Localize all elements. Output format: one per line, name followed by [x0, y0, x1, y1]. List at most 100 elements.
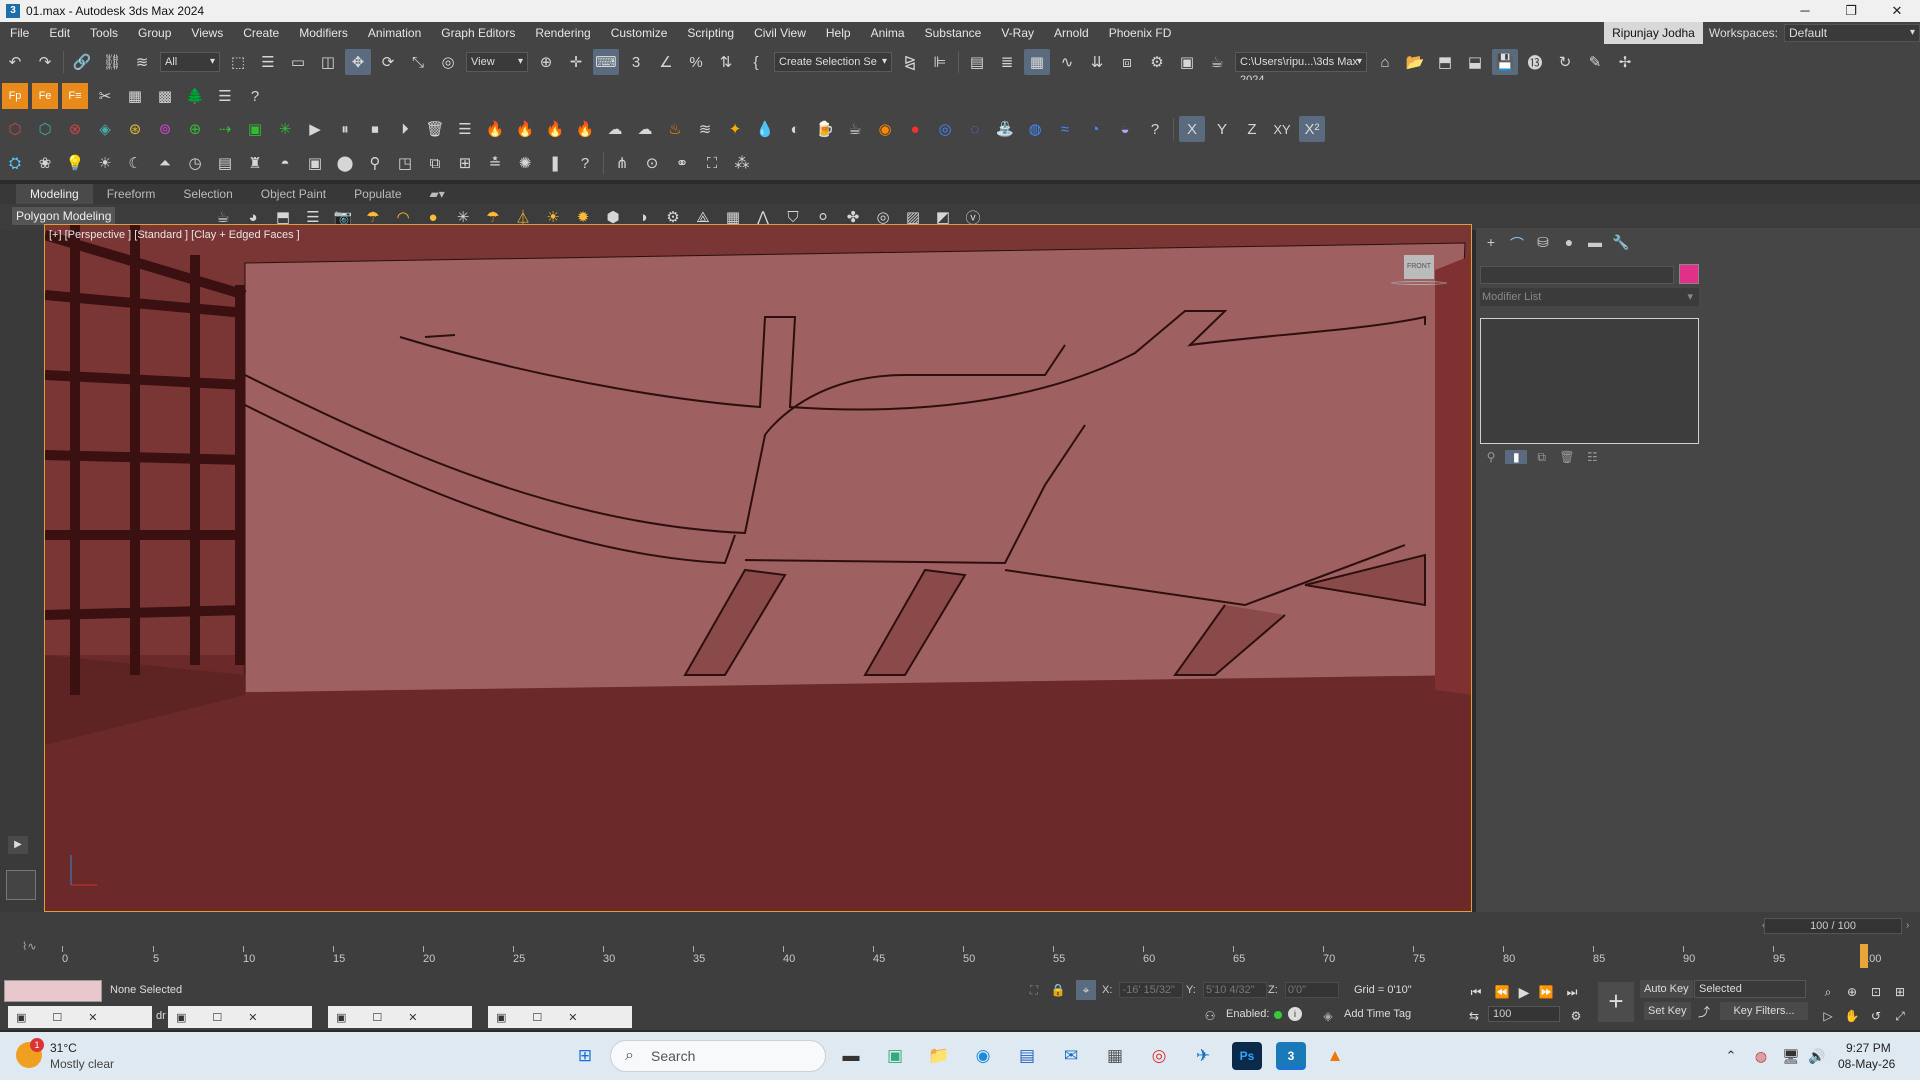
tools-icon[interactable]: ✂ [92, 83, 118, 109]
phoenix-source-icon[interactable]: ⊛ [122, 116, 148, 142]
time-cursor[interactable] [1860, 944, 1868, 968]
edit-named-selection-icon[interactable]: { [743, 49, 769, 75]
volume-icon[interactable]: 🔊 [1802, 1042, 1832, 1070]
create-tab-icon[interactable]: + [1480, 234, 1502, 254]
chrome-icon[interactable]: ◎ [1144, 1042, 1174, 1070]
menu-rendering[interactable]: Rendering [525, 22, 600, 44]
schematic-view-icon[interactable]: ⇊ [1084, 49, 1110, 75]
file-explorer-icon[interactable]: 📁 [924, 1042, 954, 1070]
paint-icon[interactable]: ● [902, 116, 928, 142]
absolute-mode-icon[interactable]: ⌖ [1076, 980, 1096, 1000]
vray-plane-icon[interactable]: ◳ [392, 150, 418, 176]
lock-selection-icon[interactable]: 🔒 [1048, 980, 1068, 1000]
tab-restore-icon[interactable]: ☐ [532, 1011, 542, 1024]
sea-icon[interactable]: ≈ [1052, 116, 1078, 142]
vray-displace-icon[interactable]: ≛ [482, 150, 508, 176]
pan-icon[interactable]: ✋ [1842, 1006, 1862, 1026]
timeslider-next-icon[interactable]: › [1906, 920, 1909, 931]
angle-snap-icon[interactable]: ∠ [653, 49, 679, 75]
modifier-stack[interactable] [1480, 318, 1699, 444]
key-filters-button[interactable]: Key Filters... [1720, 1002, 1808, 1020]
curve-editor-mini-icon[interactable]: ⌇∿ [22, 940, 37, 953]
perspective-viewport[interactable]: [+] [Perspective ] [Standard ] [Clay + E… [44, 224, 1472, 912]
vray-light-icon[interactable]: 💡 [62, 150, 88, 176]
bind-spacewarp-icon[interactable]: ≋ [129, 49, 155, 75]
viewport-tab-3[interactable]: ▣ ☐ ✕ [328, 1006, 472, 1028]
percent-snap-icon[interactable]: % [683, 49, 709, 75]
tab-selection[interactable]: Selection [169, 184, 246, 204]
scene-explorer-icon[interactable]: ▦ [1024, 49, 1050, 75]
isolate-icon[interactable]: ⛶ [1024, 980, 1044, 1000]
phoenix-burst-icon[interactable]: ✳ [272, 116, 298, 142]
vray-sun-icon[interactable]: ☀ [92, 150, 118, 176]
tab-close-icon[interactable]: ✕ [568, 1011, 577, 1024]
tab-object-paint[interactable]: Object Paint [247, 184, 340, 204]
viewport-tab-4[interactable]: ▣ ☐ ✕ [488, 1006, 632, 1028]
viewcube-ring[interactable] [1391, 281, 1447, 285]
make-unique-icon[interactable]: ⧉ [1531, 450, 1553, 465]
menu-views[interactable]: Views [181, 22, 233, 44]
vray-fur-icon[interactable]: ♜ [242, 150, 268, 176]
wind-icon[interactable]: ≋ [692, 116, 718, 142]
maximize-button[interactable]: ❐ [1828, 0, 1874, 22]
menu-arnold[interactable]: Arnold [1044, 22, 1099, 44]
modifier-list-dropdown[interactable]: Modifier List [1480, 288, 1699, 306]
align-icon[interactable]: ⊫ [927, 49, 953, 75]
redo-icon[interactable]: ↷ [32, 49, 58, 75]
rect-selection-icon[interactable]: ▭ [285, 49, 311, 75]
phoenix-water-icon[interactable]: ◈ [92, 116, 118, 142]
time-tag-icon[interactable]: ◈ [1318, 1006, 1338, 1026]
sync-icon[interactable]: ↻ [1552, 49, 1578, 75]
tab-modeling[interactable]: Modeling [16, 184, 93, 204]
phoenix-liquid-icon[interactable]: ⬡ [32, 116, 58, 142]
configure-sets-icon[interactable]: ☷ [1581, 450, 1603, 464]
menu-file[interactable]: File [0, 22, 39, 44]
go-to-end-icon[interactable]: ⏭ [1562, 982, 1582, 1002]
scale-icon[interactable]: ⤡ [405, 49, 431, 75]
lava-icon[interactable]: ◉ [872, 116, 898, 142]
menu-substance[interactable]: Substance [915, 22, 992, 44]
zoom-extents-icon[interactable]: ⊡ [1866, 982, 1886, 1002]
tab-restore-icon[interactable]: ☐ [212, 1011, 222, 1024]
sparks-icon[interactable]: ✦ [722, 116, 748, 142]
remove-modifier-icon[interactable]: 🗑 [1556, 450, 1578, 464]
ocean-icon[interactable]: ◎ [932, 116, 958, 142]
rendered-frame-icon[interactable]: ▣ [1174, 49, 1200, 75]
orbit-icon[interactable]: ↺ [1866, 1006, 1886, 1026]
photoshop-icon[interactable]: Ps [1232, 1042, 1262, 1070]
keyboard-shortcut-override-icon[interactable]: ⌨ [593, 49, 619, 75]
phoenix-globe-icon[interactable]: ⊕ [182, 116, 208, 142]
show-hidden-icons-icon[interactable]: ⌃ [1716, 1042, 1746, 1070]
autosave-icon[interactable]: 💾 [1492, 49, 1518, 75]
tab-restore-icon[interactable]: ☐ [52, 1011, 62, 1024]
snaps-toggle-icon[interactable]: 3 [623, 49, 649, 75]
menu-phoenix-fd[interactable]: Phoenix FD [1099, 22, 1182, 44]
add-time-tag-label[interactable]: Add Time Tag [1344, 1008, 1411, 1020]
stop-icon[interactable]: ⏹ [362, 116, 388, 142]
weather-desc[interactable]: Mostly clear [50, 1057, 114, 1071]
key-mode-dropdown[interactable]: Selected [1694, 980, 1806, 998]
pool-icon[interactable]: ◍ [1022, 116, 1048, 142]
menu-animation[interactable]: Animation [358, 22, 431, 44]
nodes-icon[interactable]: ⁂ [729, 150, 755, 176]
phoenix-help-icon[interactable]: ? [1142, 116, 1168, 142]
default-tangents-icon[interactable]: ⤴ [1694, 1002, 1714, 1022]
preview-icon[interactable]: ☰ [452, 116, 478, 142]
window-crossing-icon[interactable]: ◫ [315, 49, 341, 75]
taskbar-search[interactable]: ⌕ Search [610, 1040, 826, 1072]
menu-civil-view[interactable]: Civil View [744, 22, 816, 44]
tab-close-icon[interactable]: ✕ [88, 1011, 97, 1024]
selection-filter-dropdown[interactable]: All [160, 52, 220, 72]
forest-pack-icon[interactable]: Fp [2, 83, 28, 109]
constraint-z-button[interactable]: Z [1239, 116, 1265, 142]
brush-icon[interactable]: ✎ [1582, 49, 1608, 75]
menu-modifiers[interactable]: Modifiers [289, 22, 358, 44]
save-as-icon[interactable]: ⬓ [1462, 49, 1488, 75]
vray-bulb-icon[interactable]: ⚲ [362, 150, 388, 176]
pivot-center-icon[interactable]: ⊕ [533, 49, 559, 75]
save-icon[interactable]: ⬒ [1432, 49, 1458, 75]
vray-dome-icon[interactable]: ☾ [122, 150, 148, 176]
reference-coord-dropdown[interactable]: View [466, 52, 528, 72]
list-icon[interactable]: ☰ [212, 83, 238, 109]
play-animation-icon[interactable]: ▶ [1514, 982, 1534, 1002]
